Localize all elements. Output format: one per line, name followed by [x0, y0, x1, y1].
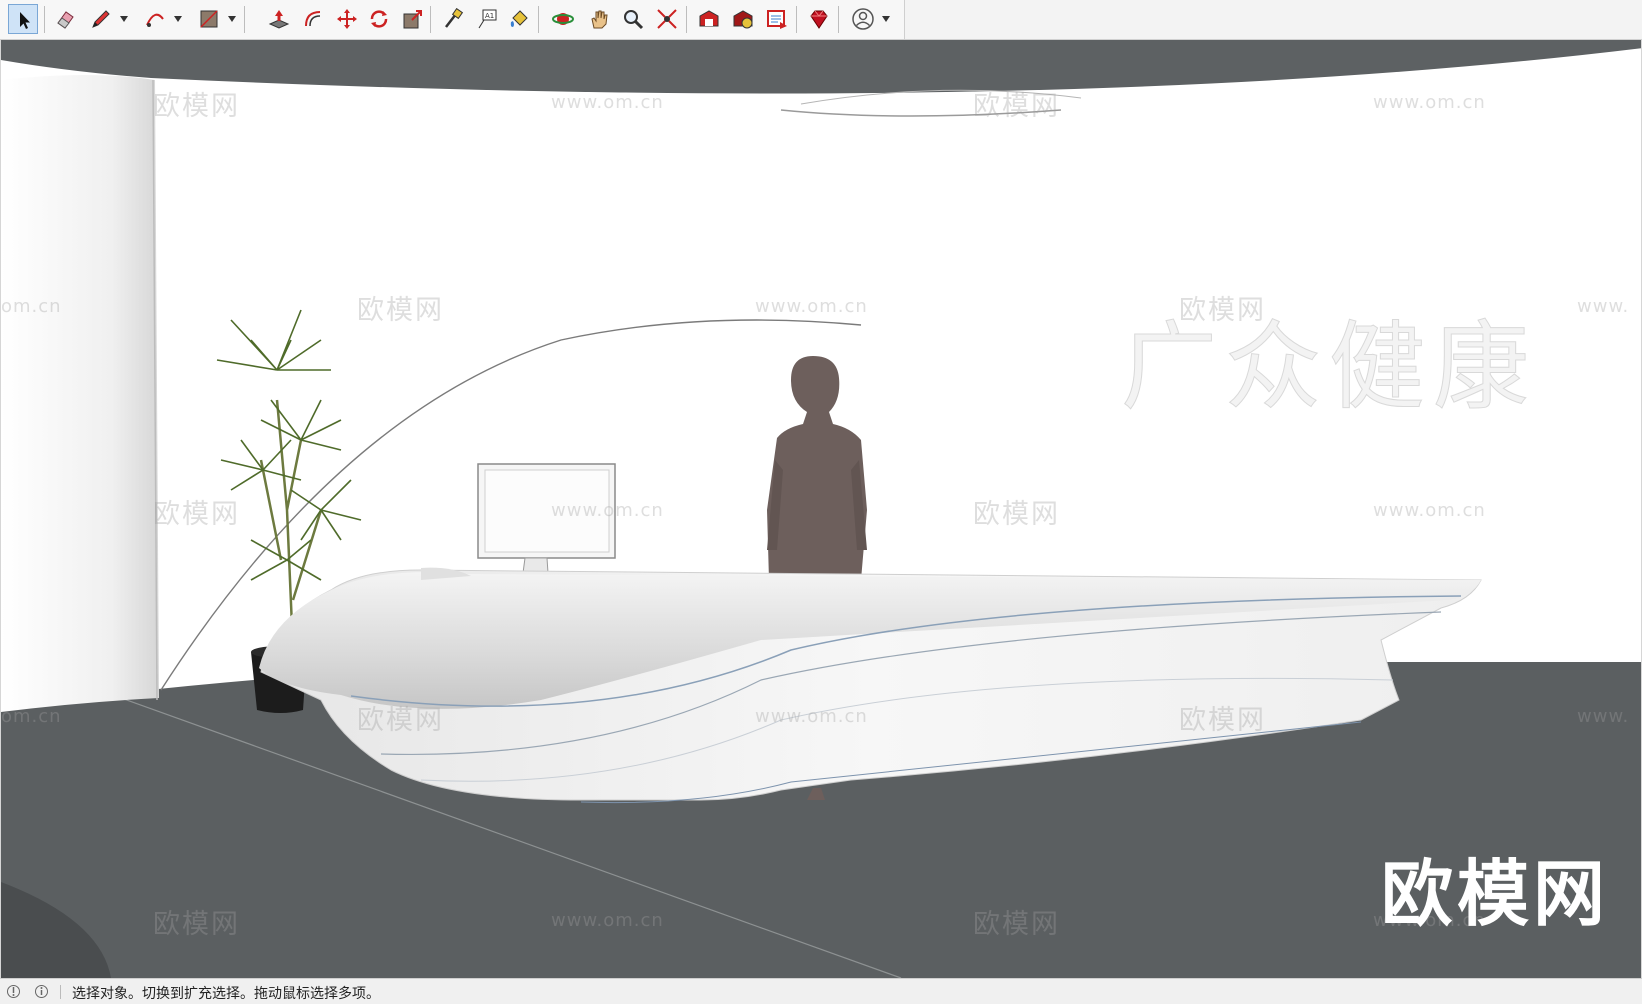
- modeling-viewport[interactable]: 广众健康 欧模网 www.om.cn 欧模网 www.om.cn om.cn 欧…: [0, 40, 1642, 978]
- toolbar-separator: [796, 6, 797, 33]
- watermark: 欧模网: [1179, 295, 1266, 326]
- hand-icon: [591, 10, 608, 29]
- account-dropdown[interactable]: [880, 4, 892, 34]
- watermark: 欧模网: [973, 91, 1060, 122]
- toolbar-separator: [686, 6, 687, 33]
- rotate-icon: [370, 10, 388, 28]
- scale-tool-button[interactable]: [398, 4, 428, 34]
- status-separator: [60, 985, 61, 999]
- pan-tool-button[interactable]: [584, 4, 614, 34]
- arc-icon: [146, 13, 164, 27]
- text-tool-button[interactable]: A1: [472, 4, 502, 34]
- watermark-url: www.om.cn: [755, 296, 868, 317]
- watermark: 欧模网: [357, 295, 444, 326]
- info-icon[interactable]: [34, 984, 49, 999]
- magnifier-icon: [624, 10, 644, 30]
- watermark-url: www.om.cn: [551, 910, 664, 931]
- line-tool-button[interactable]: [86, 4, 116, 34]
- rectangle-icon: [200, 10, 218, 28]
- arrow-cursor-icon: [20, 12, 30, 29]
- layout-tool-button[interactable]: [762, 4, 792, 34]
- site-logo-watermark: 欧模网: [1381, 852, 1610, 936]
- eraser-icon: [57, 11, 74, 29]
- ruby-console-tool-button[interactable]: [804, 4, 834, 34]
- zoom-tool-button[interactable]: [618, 4, 648, 34]
- text-label-icon: A1: [478, 9, 497, 29]
- status-message: 选择对象。切换到扩充选择。拖动鼠标选择多项。: [72, 986, 380, 1002]
- watermark: 欧模网: [1179, 705, 1266, 736]
- wall-sign: 广众健康: [1121, 311, 1537, 423]
- watermark: 欧模网: [357, 705, 444, 736]
- tape-measure-tool-button[interactable]: [438, 4, 468, 34]
- pencil-icon: [92, 10, 110, 28]
- toolbar-separator: [838, 6, 839, 33]
- push-pull-icon: [268, 10, 290, 29]
- move-tool-button[interactable]: [332, 4, 362, 34]
- rectangle-tool-dropdown[interactable]: [226, 4, 238, 34]
- toolbar-separator: [538, 6, 539, 33]
- main-toolbar: A1: [0, 0, 1642, 40]
- chevron-down-icon: [228, 16, 236, 22]
- push-pull-tool-button[interactable]: [264, 4, 294, 34]
- toolbar-panel: A1: [0, 0, 905, 40]
- arc-tool-button[interactable]: [140, 4, 170, 34]
- toolbar-separator: [44, 6, 45, 33]
- chevron-down-icon: [882, 16, 890, 22]
- move-icon: [337, 9, 357, 29]
- tape-measure-icon: [445, 8, 464, 28]
- layout-icon: [767, 10, 787, 29]
- warehouse-tool-button[interactable]: [694, 4, 724, 34]
- status-bar: 选择对象。切换到扩充选择。拖动鼠标选择多项。: [0, 978, 1642, 1004]
- zoom-extents-tool-button[interactable]: [652, 4, 682, 34]
- paint-bucket-icon: [510, 10, 528, 27]
- watermark-url: www.: [1577, 296, 1630, 317]
- offset-icon: [305, 11, 321, 27]
- chevron-down-icon: [120, 16, 128, 22]
- watermark-url: www.om.cn: [551, 500, 664, 521]
- scale-icon: [403, 10, 422, 29]
- toolbar-separator: [244, 6, 245, 33]
- watermark-url: www.: [1577, 706, 1630, 727]
- toolbar-separator: [430, 6, 431, 33]
- watermark-url: om.cn: [1, 296, 62, 317]
- select-tool-button[interactable]: [8, 4, 38, 34]
- eraser-tool-button[interactable]: [50, 4, 80, 34]
- rectangle-tool-button[interactable]: [194, 4, 224, 34]
- zoom-extents-icon: [657, 9, 677, 29]
- rotate-tool-button[interactable]: [364, 4, 394, 34]
- watermark: 欧模网: [153, 499, 240, 530]
- watermark-url: www.om.cn: [1373, 92, 1486, 113]
- extension-icon: [733, 10, 753, 29]
- column: [1, 75, 159, 712]
- watermark: 欧模网: [973, 499, 1060, 530]
- line-tool-dropdown[interactable]: [118, 4, 130, 34]
- paint-bucket-tool-button[interactable]: [504, 4, 534, 34]
- ruby-gem-icon: [810, 10, 828, 29]
- extension-warehouse-tool-button[interactable]: [728, 4, 758, 34]
- orbit-tool-button[interactable]: [548, 4, 578, 34]
- watermark-url: om.cn: [1, 706, 62, 727]
- watermark: 欧模网: [973, 909, 1060, 940]
- chevron-down-icon: [174, 16, 182, 22]
- arc-tool-dropdown[interactable]: [172, 4, 184, 34]
- account-button[interactable]: [848, 4, 878, 34]
- watermark-url: www.om.cn: [755, 706, 868, 727]
- monitor: [477, 463, 616, 589]
- user-account-icon: [852, 8, 874, 30]
- warehouse-icon: [699, 10, 719, 27]
- ceiling: [1, 40, 1641, 94]
- svg-text:A1: A1: [485, 12, 494, 20]
- geo-location-icon[interactable]: [6, 984, 21, 999]
- watermark: 欧模网: [153, 909, 240, 940]
- orbit-icon: [552, 13, 574, 25]
- watermark: 欧模网: [153, 91, 240, 122]
- offset-tool-button[interactable]: [298, 4, 328, 34]
- watermark-url: www.om.cn: [1373, 500, 1486, 521]
- watermark-url: www.om.cn: [551, 92, 664, 113]
